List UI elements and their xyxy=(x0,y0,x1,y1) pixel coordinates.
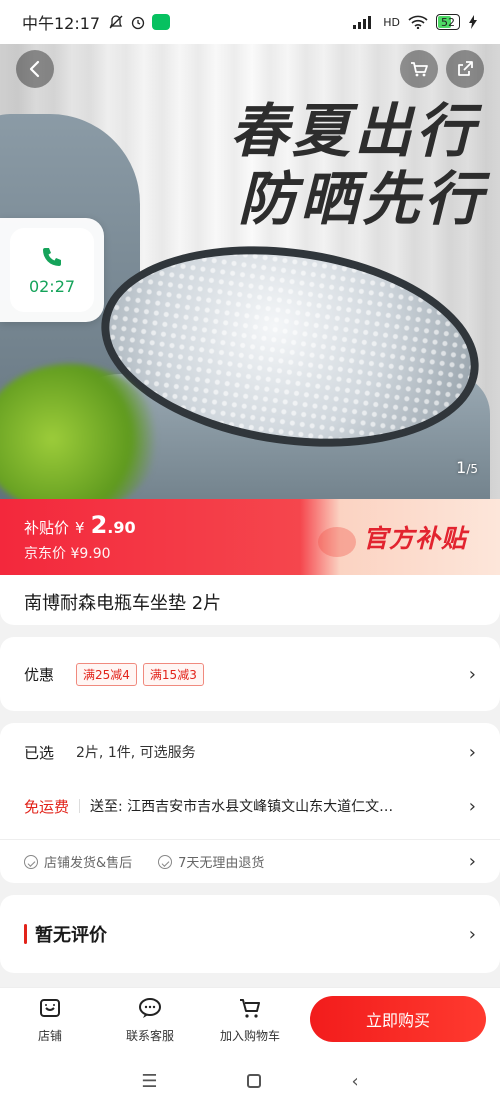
cart-icon xyxy=(411,62,428,77)
selected-label: 已选 xyxy=(24,743,55,762)
back-icon[interactable]: ‹ xyxy=(351,1071,358,1092)
chevron-right-icon: › xyxy=(468,741,476,763)
coupon-tag: 满15减3 xyxy=(142,662,204,686)
status-icons-left xyxy=(108,14,171,30)
review-title: 暂无评价 xyxy=(35,925,107,946)
jd-price-label: 京东价 xyxy=(24,546,66,562)
customer-service-button[interactable]: 联系客服 xyxy=(100,995,200,1044)
red-envelope-icon xyxy=(318,527,356,557)
check-circle-icon xyxy=(158,854,173,869)
alarm-icon xyxy=(131,16,145,30)
add-to-cart-button[interactable]: 加入购物车 xyxy=(200,995,300,1044)
cart-icon xyxy=(240,999,260,1018)
network-hd-label: HD xyxy=(383,15,400,29)
signal-icon xyxy=(353,16,372,29)
chevron-left-icon xyxy=(29,60,40,78)
official-subsidy-badge: 官方补贴 xyxy=(318,499,500,575)
service-guarantee-row[interactable]: 店铺发货&售后 7天无理由退货 › xyxy=(0,839,500,883)
selected-value: 2片, 1件, 可选服务 xyxy=(76,745,196,761)
price-banner: 补贴价 ¥ 2.90 京东价 ¥9.90 官方补贴 xyxy=(0,499,500,575)
check-circle-icon xyxy=(24,854,38,869)
free-shipping-label: 免运费 xyxy=(24,797,70,816)
floating-call-widget[interactable]: 02:27 xyxy=(0,218,104,322)
cart-button[interactable] xyxy=(400,50,438,88)
carousel-page-indicator: 1/5 xyxy=(456,458,478,477)
product-title: 南博耐森电瓶车坐垫 2片 xyxy=(24,593,222,614)
subsidy-price-int: 2 xyxy=(90,511,108,539)
wechat-icon xyxy=(152,14,171,30)
delivery-address: 送至: 江西吉安市吉水县文峰镇文山东大道仁文… xyxy=(90,799,394,815)
back-button[interactable] xyxy=(16,50,54,88)
system-navigation-bar: ☰ ‹ xyxy=(0,1051,500,1111)
bell-off-icon xyxy=(109,15,123,29)
coupon-label: 优惠 xyxy=(24,665,55,684)
share-button[interactable] xyxy=(446,50,484,88)
shipping-row[interactable]: 免运费 送至: 江西吉安市吉水县文峰镇文山东大道仁文… › xyxy=(24,795,476,817)
status-time: 中午12:17 xyxy=(22,14,101,33)
chevron-right-icon: › xyxy=(468,663,476,685)
charging-icon xyxy=(469,15,477,29)
phone-icon xyxy=(43,247,61,266)
service-item: 7天无理由退货 xyxy=(158,852,264,871)
subsidy-price-label: 补贴价 xyxy=(24,519,70,537)
status-bar: 中午12:17 HD 52 xyxy=(0,0,500,44)
share-icon xyxy=(458,61,473,76)
section-accent-bar xyxy=(24,924,27,944)
chevron-right-icon: › xyxy=(468,851,476,872)
service-item: 店铺发货&售后 xyxy=(24,852,132,871)
wifi-icon xyxy=(408,15,428,29)
chat-icon xyxy=(139,998,161,1018)
bottom-action-bar: 店铺 联系客服 加入购物车 立即购买 xyxy=(0,987,500,1051)
call-duration: 02:27 xyxy=(28,276,76,296)
chevron-right-icon: › xyxy=(468,923,476,945)
store-icon xyxy=(40,999,60,1017)
product-title-card: 南博耐森电瓶车坐垫 2片 xyxy=(0,575,500,625)
menu-icon[interactable]: ☰ xyxy=(141,1071,157,1092)
subsidy-price-dec: .90 xyxy=(107,518,136,537)
hero-slogan-line2: 防晒先行 xyxy=(237,165,486,233)
store-button[interactable]: 店铺 xyxy=(0,995,100,1044)
battery-indicator: 52 xyxy=(436,14,460,30)
selected-spec-row[interactable]: 已选 2片, 1件, 可选服务 › xyxy=(24,741,476,763)
home-icon[interactable] xyxy=(247,1074,262,1088)
jd-price-value: ¥9.90 xyxy=(70,546,111,562)
coupon-row[interactable]: 优惠 满25减4 满15减3 › xyxy=(0,637,500,711)
spec-shipping-card: 已选 2片, 1件, 可选服务 › 免运费 送至: 江西吉安市吉水县文峰镇文山东… xyxy=(0,723,500,883)
buy-now-button[interactable]: 立即购买 xyxy=(310,996,486,1042)
review-section[interactable]: 暂无评价 › xyxy=(0,895,500,973)
status-icons-right: HD 52 xyxy=(353,14,478,30)
currency-symbol: ¥ xyxy=(75,519,85,537)
coupon-tag: 满25减4 xyxy=(76,662,137,686)
chevron-right-icon: › xyxy=(468,795,476,817)
